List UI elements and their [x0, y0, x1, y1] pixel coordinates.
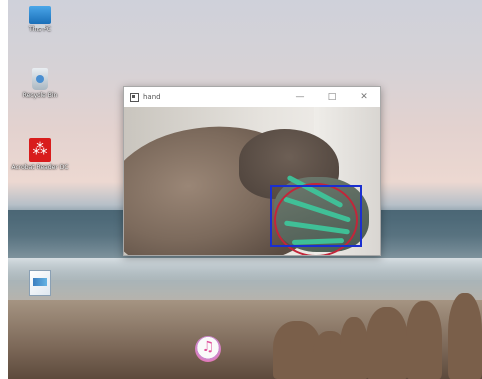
desktop-icon-label: Acrobat Reader DC — [11, 164, 69, 171]
sand-castle — [406, 301, 442, 379]
desktop-icon-acrobat[interactable]: Acrobat Reader DC — [10, 138, 70, 171]
window-app-icon — [130, 92, 139, 102]
itunes-icon — [195, 336, 221, 362]
desktop-icon-recycle-bin[interactable]: Recycle Bin — [10, 68, 70, 99]
pdf-icon — [29, 138, 51, 162]
desktop-icon-itunes[interactable] — [178, 336, 238, 364]
maximize-button[interactable]: □ — [316, 87, 348, 107]
desktop-icon-document[interactable] — [10, 270, 70, 298]
computer-icon — [29, 6, 51, 28]
desktop-icon-label: Recycle Bin — [22, 92, 58, 99]
sand-castle — [340, 317, 368, 379]
recycle-bin-icon — [32, 68, 48, 90]
app-window[interactable]: hand — □ ✕ — [123, 86, 381, 256]
document-icon — [29, 270, 51, 296]
close-button[interactable]: ✕ — [348, 87, 380, 107]
title-bar[interactable]: hand — □ ✕ — [124, 87, 380, 107]
desktop-icon-this-pc[interactable]: This PC — [10, 6, 70, 33]
camera-view — [124, 107, 380, 255]
minimize-button[interactable]: — — [284, 87, 316, 107]
sand-castle — [448, 293, 482, 379]
window-title: hand — [143, 93, 161, 101]
desktop: This PC Recycle Bin Acrobat Reader DC ha… — [8, 0, 482, 379]
detection-box — [270, 185, 362, 247]
sand-castle — [366, 307, 408, 379]
wallpaper-foam — [8, 258, 482, 280]
window-controls: — □ ✕ — [284, 87, 380, 107]
